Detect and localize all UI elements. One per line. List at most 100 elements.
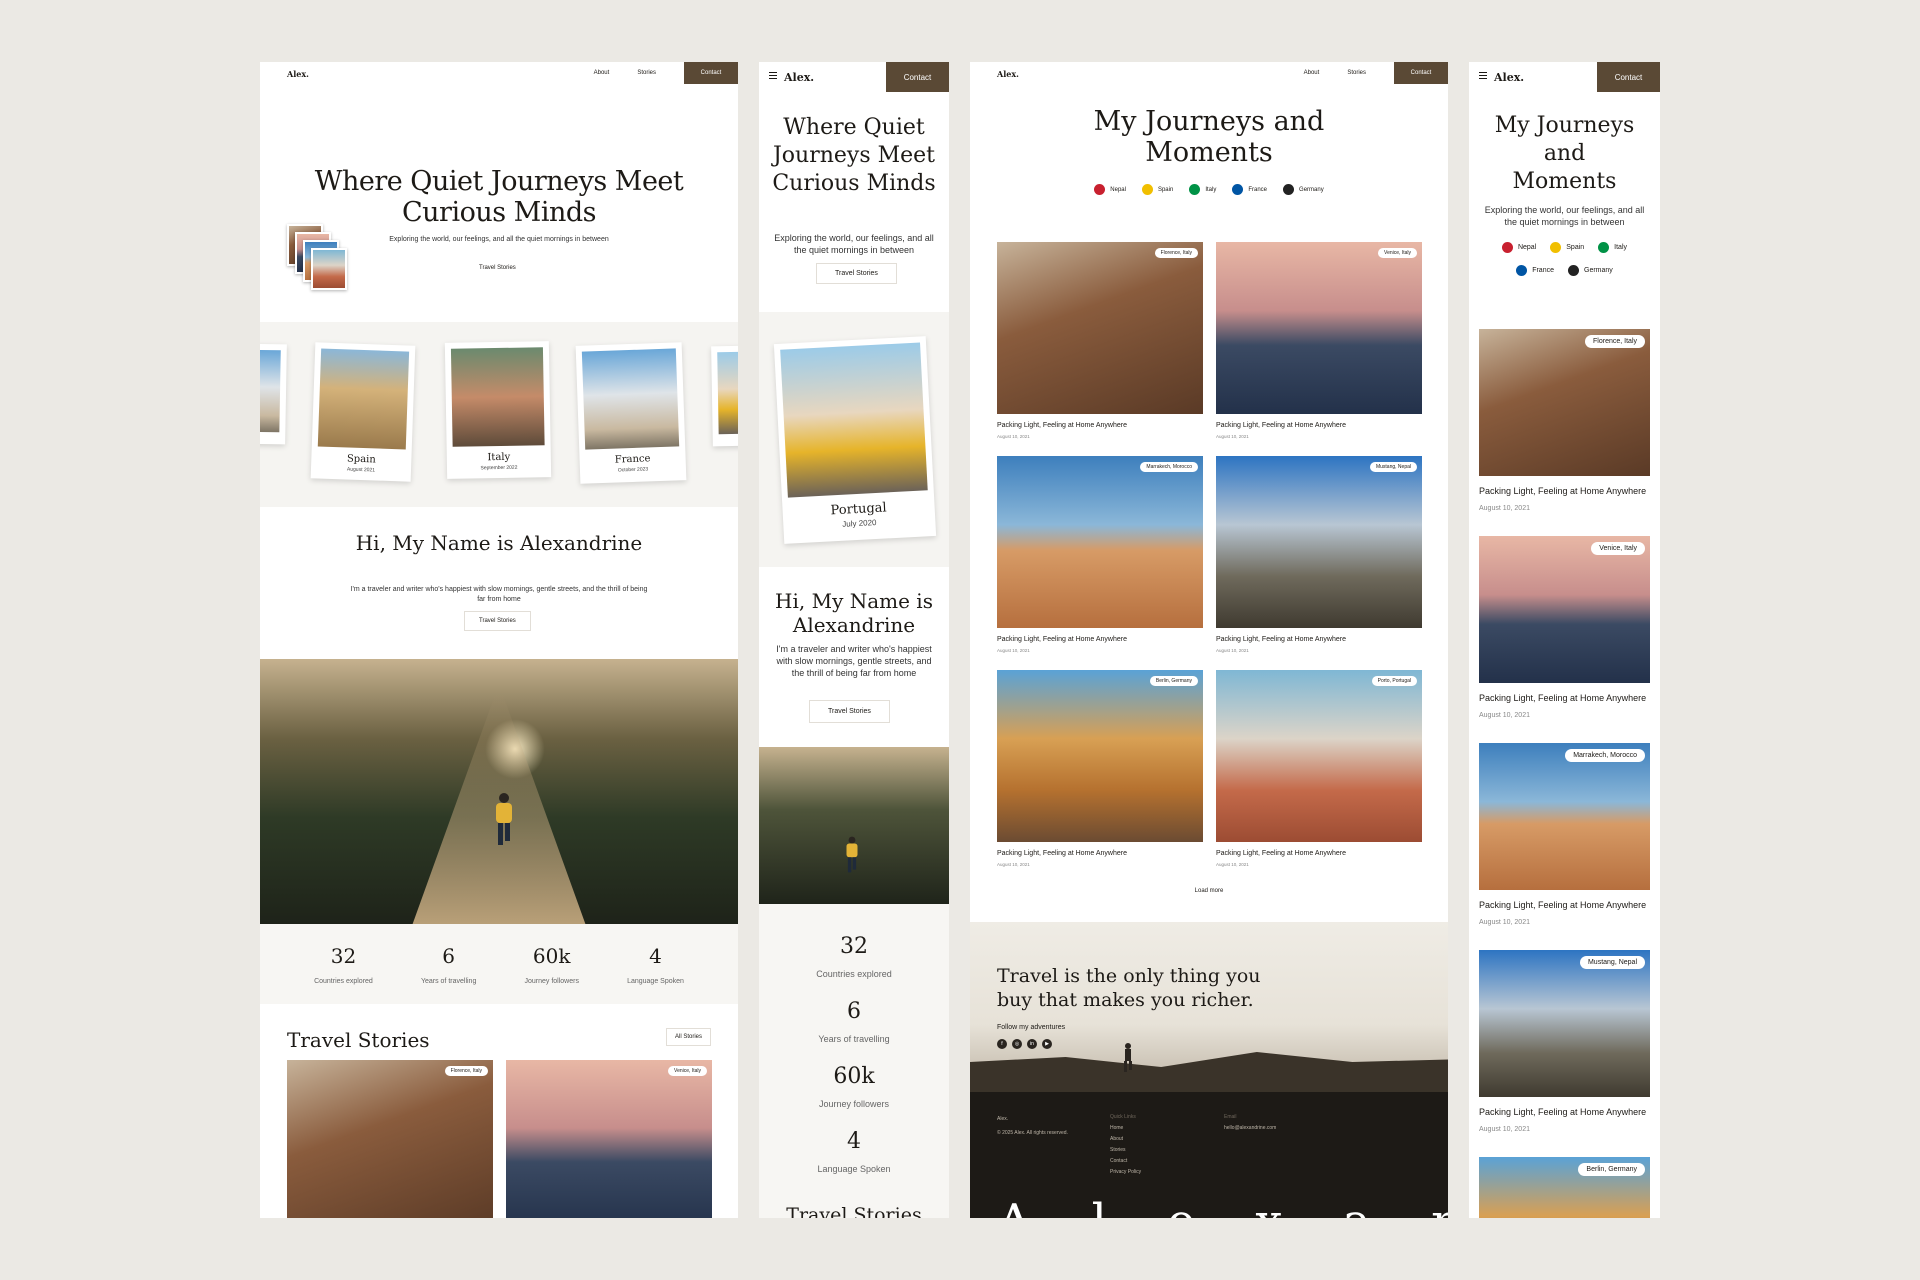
menu-icon[interactable]: [1479, 72, 1487, 81]
stat-item: 60k Journey followers: [524, 943, 579, 985]
filter-italy[interactable]: Italy: [1598, 242, 1627, 253]
journey-card[interactable]: Venice, Italy Packing Light, Feeling at …: [1479, 536, 1650, 719]
facebook-icon[interactable]: f: [997, 1039, 1007, 1049]
nav-about[interactable]: About: [1304, 70, 1320, 76]
card-title: Packing Light, Feeling at Home Anywhere: [997, 422, 1127, 429]
footer-link-privacy[interactable]: Privacy Policy: [1110, 1167, 1141, 1178]
all-stories-button[interactable]: All Stories: [665, 1028, 711, 1046]
bridge-photo: [759, 747, 949, 904]
instagram-icon[interactable]: ◎: [1012, 1039, 1022, 1049]
journeys-subtitle: Exploring the world, our feelings, and a…: [1484, 205, 1645, 227]
hero-title: Where Quiet Journeys Meet Curious Minds: [314, 166, 684, 228]
card-title: Packing Light, Feeling at Home Anywhere: [997, 850, 1127, 857]
polaroid-card[interactable]: Spain August 2021: [310, 342, 416, 482]
filter-germany[interactable]: Germany: [1568, 265, 1613, 276]
top-nav: Alex. About Stories Contact: [260, 62, 738, 84]
youtube-icon[interactable]: ▶: [1042, 1039, 1052, 1049]
story-card[interactable]: Venice, Italy: [506, 1060, 712, 1218]
footer-link-contact[interactable]: Contact: [1110, 1156, 1141, 1167]
journey-card[interactable]: Berlin, Germany: [1479, 1157, 1650, 1218]
card-date: August 10, 2021: [997, 862, 1030, 867]
polaroid-card[interactable]: Italy September 2022: [444, 341, 552, 479]
country-filters: Nepal Spain Italy France Germany: [970, 184, 1448, 195]
filter-nepal[interactable]: Nepal: [1094, 184, 1126, 195]
travel-stories-button[interactable]: Travel Stories: [464, 611, 531, 631]
stat-label: Years of travelling: [818, 1034, 890, 1044]
journey-card[interactable]: Berlin, Germany Packing Light, Feeling a…: [997, 670, 1203, 867]
email-title: Email: [1224, 1114, 1237, 1120]
location-tag: Mustang, Nepal: [1579, 956, 1645, 969]
card-title: Packing Light, Feeling at Home Anywhere: [1479, 900, 1647, 910]
hero-section: Where Quiet Journeys Meet Curious Minds …: [759, 92, 949, 312]
polaroid-card: [260, 343, 287, 445]
polaroid-date: October 2023: [617, 466, 649, 474]
load-more-button[interactable]: Load more: [970, 888, 1448, 894]
polaroid-place: Spain: [346, 453, 376, 466]
filter-germany[interactable]: Germany: [1283, 184, 1324, 195]
footer-link-home[interactable]: Home: [1110, 1123, 1141, 1134]
footer-link-about[interactable]: About: [1110, 1134, 1141, 1145]
story-card[interactable]: Florence, Italy: [287, 1060, 493, 1218]
travel-stories-button[interactable]: Travel Stories: [809, 700, 890, 723]
mobile-journeys-panel: Alex. Contact My Journeys and Moments Ex…: [1469, 62, 1660, 1218]
journey-card[interactable]: Mustang, Nepal Packing Light, Feeling at…: [1479, 950, 1650, 1133]
card-date: August 10, 2021: [1479, 919, 1530, 926]
stat-item: 4 Language Spoken: [627, 943, 684, 985]
quote-banner: Travel is the only thing you buy that ma…: [970, 922, 1448, 1092]
stat-label: Journey followers: [818, 1099, 890, 1109]
contact-button[interactable]: Contact: [1597, 62, 1660, 92]
location-tag: Florence, Italy: [444, 1066, 488, 1076]
contact-button[interactable]: Contact: [684, 62, 738, 84]
journey-card[interactable]: Florence, Italy Packing Light, Feeling a…: [1479, 329, 1650, 512]
journey-card[interactable]: Mustang, Nepal Packing Light, Feeling at…: [1216, 456, 1422, 653]
contact-button[interactable]: Contact: [1394, 62, 1448, 84]
hiker-silhouette: [1124, 1043, 1132, 1072]
journey-card[interactable]: Venice, Italy Packing Light, Feeling at …: [1216, 242, 1422, 439]
filter-italy[interactable]: Italy: [1189, 184, 1216, 195]
footer-wordmark: Alexandrine: [997, 1194, 1448, 1218]
filter-france[interactable]: France: [1516, 265, 1554, 276]
follow-label: Follow my adventures: [997, 1024, 1066, 1031]
polaroid-carousel[interactable]: Spain August 2021 Italy September 2022 F…: [260, 322, 738, 507]
location-tag: Venice, Italy: [668, 1066, 707, 1076]
footer-copyright: © 2025 Alex. All rights reserved.: [997, 1130, 1068, 1136]
logo[interactable]: Alex.: [784, 71, 814, 84]
journey-card[interactable]: Marrakech, Morocco Packing Light, Feelin…: [1479, 743, 1650, 926]
nav-about[interactable]: About: [594, 70, 610, 76]
desktop-journeys-panel: Alex. About Stories Contact My Journeys …: [970, 62, 1448, 1218]
filter-france[interactable]: France: [1232, 184, 1267, 195]
contact-button[interactable]: Contact: [886, 62, 949, 92]
polaroid-carousel[interactable]: Portugal July 2020: [759, 312, 949, 567]
polaroid-card: [711, 345, 738, 447]
card-date: August 10, 2021: [997, 434, 1030, 439]
card-title: Packing Light, Feeling at Home Anywhere: [1216, 636, 1346, 643]
card-date: August 10, 2021: [997, 648, 1030, 653]
logo[interactable]: Alex.: [287, 69, 309, 79]
about-me-button[interactable]: Travel Stories: [816, 263, 897, 284]
polaroid-card[interactable]: Portugal July 2020: [773, 336, 937, 544]
polaroid-card[interactable]: France October 2023: [575, 342, 687, 484]
about-me-button[interactable]: Travel Stories: [465, 259, 530, 277]
filter-spain[interactable]: Spain: [1141, 184, 1173, 195]
location-tag: Mustang, Nepal: [1369, 462, 1417, 472]
nav-stories[interactable]: Stories: [637, 70, 656, 76]
mobile-home-panel: Alex. Contact Where Quiet Journeys Meet …: [759, 62, 949, 1218]
stat-item: 6 Years of travelling: [420, 943, 477, 985]
menu-icon[interactable]: [769, 72, 777, 81]
logo[interactable]: Alex.: [1494, 71, 1524, 84]
hero-subtitle: Exploring the world, our feelings, and a…: [774, 233, 934, 255]
nav-stories[interactable]: Stories: [1347, 70, 1366, 76]
footer-email[interactable]: hello@alexandrine.com: [1224, 1123, 1276, 1134]
journey-card[interactable]: Marrakech, Morocco Packing Light, Feelin…: [997, 456, 1203, 653]
footer-link-stories[interactable]: Stories: [1110, 1145, 1141, 1156]
linkedin-icon[interactable]: in: [1027, 1039, 1037, 1049]
footer-brand: Alex.: [997, 1116, 1009, 1122]
logo[interactable]: Alex.: [997, 69, 1019, 79]
filter-nepal[interactable]: Nepal: [1501, 242, 1536, 253]
card-title: Packing Light, Feeling at Home Anywhere: [1479, 1107, 1647, 1117]
footer: Alex. © 2025 Alex. All rights reserved. …: [970, 1092, 1448, 1218]
card-date: August 10, 2021: [1216, 434, 1249, 439]
journey-card[interactable]: Porto, Portugal Packing Light, Feeling a…: [1216, 670, 1422, 867]
journey-card[interactable]: Florence, Italy Packing Light, Feeling a…: [997, 242, 1203, 439]
filter-spain[interactable]: Spain: [1550, 242, 1584, 253]
